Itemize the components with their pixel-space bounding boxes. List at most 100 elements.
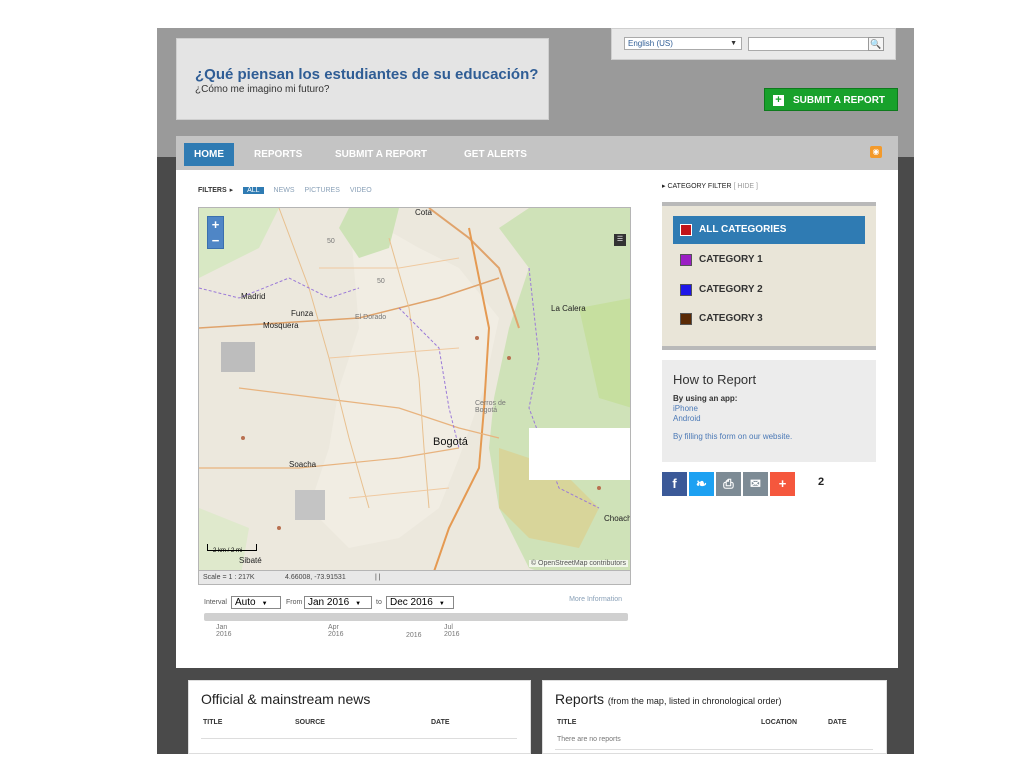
- category-2-label: CATEGORY 2: [699, 284, 763, 295]
- map-label-funza: Funza: [291, 309, 314, 318]
- how-to-title: How to Report: [673, 372, 757, 387]
- filter-pictures[interactable]: PICTURES: [305, 187, 340, 194]
- language-select[interactable]: English (US) ▼: [624, 37, 742, 50]
- language-value: English (US): [628, 39, 673, 48]
- main-content: HOME REPORTS SUBMIT A REPORT GET ALERTS …: [176, 136, 898, 668]
- category-1[interactable]: CATEGORY 1: [673, 246, 865, 274]
- from-select[interactable]: Jan 2016 ▼: [304, 596, 372, 609]
- website-form-link[interactable]: By filling this form on our website.: [673, 432, 792, 441]
- filters-label: FILTERS: [198, 187, 227, 194]
- plus-icon[interactable]: +: [770, 472, 795, 496]
- category-1-label: CATEGORY 1: [699, 254, 763, 265]
- timeline-center-year: 2016: [406, 632, 422, 639]
- zoom-control: + −: [207, 216, 224, 249]
- site-header: ¿Qué piensan los estudiantes de su educa…: [176, 38, 549, 120]
- print-icon[interactable]: ⎙: [716, 472, 741, 496]
- to-select[interactable]: Dec 2016 ▼: [386, 596, 454, 609]
- reports-panel-title: Reports (from the map, listed in chronol…: [555, 691, 782, 707]
- reports-col-date: DATE: [828, 719, 847, 726]
- facebook-icon[interactable]: f: [662, 472, 687, 496]
- reports-col-title: TITLE: [557, 719, 577, 726]
- plus-icon: +: [773, 95, 784, 106]
- news-col-title: TITLE: [203, 719, 223, 726]
- reports-panel-subtitle: (from the map, listed in chronological o…: [607, 696, 782, 706]
- map-coordinates: 4.66008, -73.91531: [285, 574, 346, 581]
- map-attribution[interactable]: © OpenStreetMap contributors: [528, 560, 628, 567]
- map-tiles: [199, 208, 630, 584]
- nav-home[interactable]: HOME: [184, 143, 234, 166]
- map-label-mosquera: Mosquera: [263, 321, 299, 330]
- category-3[interactable]: CATEGORY 3: [673, 305, 865, 333]
- timeline: Interval Auto ▼ From Jan 2016 ▼ to Dec 201…: [204, 596, 630, 646]
- zoom-in-button[interactable]: +: [208, 217, 223, 233]
- timeline-tick-jul: Jul 2016: [444, 624, 460, 638]
- category-3-label: CATEGORY 3: [699, 313, 763, 324]
- category-filter-label: CATEGORY FILTER: [667, 183, 732, 190]
- news-col-source: SOURCE: [295, 719, 325, 726]
- media-filters: FILTERS ▸ ALL NEWS PICTURES VIDEO: [198, 186, 380, 194]
- map-view[interactable]: + − ☰ Cota Madrid Funza Mosquera El Dora…: [198, 207, 631, 585]
- rss-icon[interactable]: ◉: [870, 146, 882, 158]
- map-road-50a: 50: [327, 238, 335, 245]
- category-3-swatch: [680, 313, 692, 325]
- map-road-50b: 50: [377, 278, 385, 285]
- reports-panel: Reports (from the map, listed in chronol…: [542, 680, 887, 754]
- timeline-tick-jan: Jan 2016: [216, 624, 232, 638]
- map-label-el-dorado: El Dorado: [355, 314, 387, 321]
- submit-report-button[interactable]: + SUBMIT A REPORT: [764, 88, 898, 111]
- news-panel-title: Official & mainstream news: [201, 691, 371, 707]
- search-button[interactable]: 🔍: [868, 37, 884, 51]
- category-filter-hide[interactable]: [ HIDE ]: [733, 183, 758, 190]
- email-icon[interactable]: ✉: [743, 472, 768, 496]
- category-all[interactable]: ALL CATEGORIES: [673, 216, 865, 244]
- interval-select[interactable]: Auto ▼: [231, 596, 281, 609]
- map-label-cota: Cota: [415, 208, 432, 217]
- map-status-divider: | |: [375, 574, 381, 581]
- map-label-cerros: Cerros de Bogotá: [475, 400, 506, 414]
- zoom-out-button[interactable]: −: [208, 233, 223, 249]
- map-label-la-calera: La Calera: [551, 304, 586, 313]
- nav-submit-report[interactable]: SUBMIT A REPORT: [325, 143, 437, 166]
- submit-report-label: SUBMIT A REPORT: [793, 95, 886, 106]
- no-reports-text: There are no reports: [557, 736, 621, 743]
- category-2-swatch: [680, 284, 692, 296]
- interval-label: Interval: [204, 599, 227, 606]
- android-link[interactable]: Android: [673, 414, 701, 423]
- news-col-date: DATE: [431, 719, 450, 726]
- category-filter-header: ▸ CATEGORY FILTER [ HIDE ]: [662, 182, 758, 190]
- news-panel: Official & mainstream news TITLE SOURCE …: [188, 680, 531, 754]
- map-label-choach: Choach: [604, 514, 631, 523]
- map-label-madrid: Madrid: [241, 292, 266, 301]
- nav-get-alerts[interactable]: GET ALERTS: [454, 143, 537, 166]
- reports-col-location: LOCATION: [761, 719, 798, 726]
- filter-news[interactable]: NEWS: [274, 187, 295, 194]
- news-divider: [201, 738, 517, 739]
- how-to-report: How to Report By using an app: iPhone An…: [662, 360, 876, 462]
- chevron-down-icon: ▼: [730, 40, 737, 47]
- map-status-bar: Scale = 1 : 217K 4.66008, -73.91531 | |: [199, 570, 630, 584]
- map-blank-tile: [529, 428, 630, 480]
- iphone-link[interactable]: iPhone: [673, 404, 698, 413]
- to-label: to: [376, 599, 382, 606]
- map-label-soacha: Soacha: [289, 460, 317, 469]
- category-1-swatch: [680, 254, 692, 266]
- category-2[interactable]: CATEGORY 2: [673, 276, 865, 304]
- filters-arrow-icon: ▸: [229, 187, 234, 194]
- site-title[interactable]: ¿Qué piensan los estudiantes de su educa…: [195, 66, 538, 83]
- reports-divider: [555, 749, 873, 750]
- map-scale-text: Scale = 1 : 217K: [203, 574, 255, 581]
- layers-icon[interactable]: ☰: [614, 234, 626, 246]
- map-label-bogota: Bogotá: [433, 436, 468, 448]
- map-scale-units: 2 km / 2 mi: [213, 548, 243, 554]
- from-label: From: [286, 599, 303, 606]
- how-to-subtitle: By using an app:: [673, 394, 738, 403]
- filter-video[interactable]: VIDEO: [350, 187, 372, 194]
- search-input[interactable]: [748, 37, 870, 51]
- site-subtitle: ¿Cómo me imagino mi futuro?: [195, 84, 330, 95]
- more-information-link[interactable]: More Information: [569, 596, 622, 603]
- twitter-icon[interactable]: ❧: [689, 472, 714, 496]
- main-nav: HOME REPORTS SUBMIT A REPORT GET ALERTS …: [176, 136, 898, 170]
- filter-all[interactable]: ALL: [243, 187, 264, 194]
- timeline-slider[interactable]: [204, 613, 628, 621]
- nav-reports[interactable]: REPORTS: [244, 143, 312, 166]
